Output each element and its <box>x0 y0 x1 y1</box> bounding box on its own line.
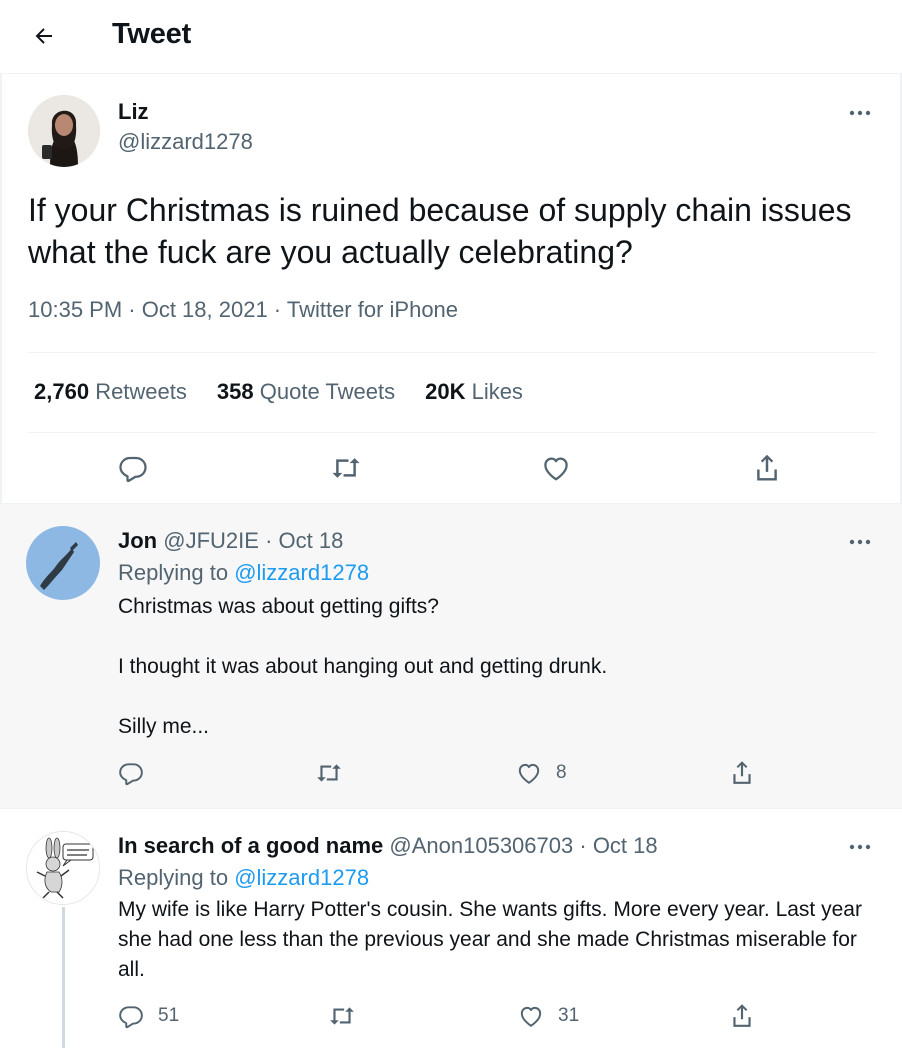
retweets-stat[interactable]: 2,760 Retweets <box>34 379 187 405</box>
thread-line <box>62 907 65 1048</box>
likes-count: 20K <box>425 379 466 404</box>
reply-text: My wife is like Harry Potter's cousin. S… <box>118 895 878 985</box>
tweet-timestamp[interactable]: 10:35 PM · Oct 18, 2021 · Twitter for iP… <box>28 297 458 323</box>
tweet-text: If your Christmas is ruined because of s… <box>28 192 852 270</box>
reply-paragraph: Christmas was about getting gifts? <box>118 595 439 618</box>
more-options-button[interactable] <box>842 829 878 865</box>
tweet-actions <box>0 445 902 489</box>
tweet-stats: 2,760 Retweets 358 Quote Tweets 20K Like… <box>34 379 523 405</box>
reply-paragraph: I thought it was about hanging out and g… <box>118 655 608 678</box>
reply-icon <box>119 1006 143 1029</box>
share-button[interactable] <box>729 1001 755 1029</box>
more-options-button[interactable] <box>842 524 878 560</box>
like-button[interactable] <box>541 453 571 483</box>
retweet-button[interactable] <box>328 1003 370 1029</box>
reply-date[interactable]: · Oct 18 <box>265 528 343 553</box>
share-icon <box>733 1004 751 1027</box>
more-options-button[interactable] <box>842 95 878 131</box>
reply-paragraph: Silly me... <box>118 715 210 738</box>
replying-to-label: Replying to <box>118 560 229 585</box>
reply-button[interactable] <box>118 760 158 786</box>
author-handle[interactable]: @lizzard1278 <box>118 129 253 155</box>
author-name[interactable]: Liz <box>118 99 149 125</box>
quotes-count: 358 <box>216 379 254 404</box>
main-tweet: Liz @lizzard1278 If your Christmas is ru… <box>0 75 902 503</box>
heart-icon <box>518 763 540 784</box>
retweet-button[interactable] <box>330 453 362 483</box>
page-header: Tweet <box>0 0 902 74</box>
author-name[interactable]: In search of a good name <box>118 833 383 858</box>
divider <box>28 352 876 353</box>
reply-paragraph: My wife is like Harry Potter's cousin. S… <box>118 898 862 981</box>
more-dots-icon <box>849 110 871 116</box>
replying-to: Replying to @lizzard1278 <box>118 865 369 891</box>
reply-text: Christmas was about getting gifts? I tho… <box>118 592 878 742</box>
quotes-label: Quote Tweets <box>259 379 396 404</box>
heart-icon <box>520 1006 542 1027</box>
retweet-icon <box>330 1007 354 1025</box>
like-count: 8 <box>556 762 567 783</box>
reply-button[interactable] <box>118 453 148 483</box>
reply-tweet[interactable]: Jon @JFU2IE · Oct 18 Replying to @lizzar… <box>0 503 902 808</box>
avatar-photo-icon <box>28 95 100 167</box>
avatar[interactable] <box>28 95 100 167</box>
share-button[interactable] <box>729 758 755 786</box>
replying-to-label: Replying to <box>118 865 229 890</box>
author-handle[interactable]: @JFU2IE <box>163 528 259 553</box>
back-arrow-icon <box>35 28 52 44</box>
more-dots-icon <box>849 539 871 545</box>
author-name[interactable]: Jon <box>118 528 157 553</box>
share-icon <box>757 454 777 481</box>
reply-header: Jon @JFU2IE · Oct 18 <box>118 528 343 554</box>
likes-stat[interactable]: 20K Likes <box>425 379 523 405</box>
replying-to: Replying to @lizzard1278 <box>118 560 369 586</box>
replying-to-link[interactable]: @lizzard1278 <box>234 865 369 890</box>
like-button[interactable]: 31 <box>518 1003 579 1029</box>
avatar[interactable] <box>26 831 100 905</box>
page-title: Tweet <box>112 18 192 50</box>
retweets-label: Retweets <box>95 379 187 404</box>
likes-label: Likes <box>471 379 523 404</box>
avatar[interactable] <box>26 526 100 600</box>
reply-header: In search of a good name @Anon105306703 … <box>118 833 658 859</box>
reply-icon <box>119 456 147 483</box>
retweet-icon <box>332 458 360 478</box>
share-icon <box>733 761 751 784</box>
avatar-bugs-bunny-icon <box>27 832 99 904</box>
retweet-button[interactable] <box>315 760 357 786</box>
reply-tweet[interactable]: In search of a good name @Anon105306703 … <box>0 808 902 1048</box>
divider <box>28 432 876 433</box>
back-button[interactable] <box>22 14 66 58</box>
reply-icon <box>119 763 143 786</box>
more-dots-icon <box>849 844 871 850</box>
retweets-count: 2,760 <box>34 379 90 404</box>
like-count: 31 <box>558 1005 580 1026</box>
retweet-icon <box>317 764 341 782</box>
reply-count: 51 <box>158 1005 180 1026</box>
reply-button[interactable]: 51 <box>118 1003 179 1029</box>
avatar-sky-icon <box>26 526 100 600</box>
author-handle[interactable]: @Anon105306703 <box>389 833 573 858</box>
quote-tweets-stat[interactable]: 358 Quote Tweets <box>217 379 395 405</box>
reply-date[interactable]: · Oct 18 <box>579 833 657 858</box>
like-button[interactable]: 8 <box>516 760 567 786</box>
replying-to-link[interactable]: @lizzard1278 <box>234 560 369 585</box>
share-button[interactable] <box>752 451 782 483</box>
heart-icon <box>544 457 568 481</box>
